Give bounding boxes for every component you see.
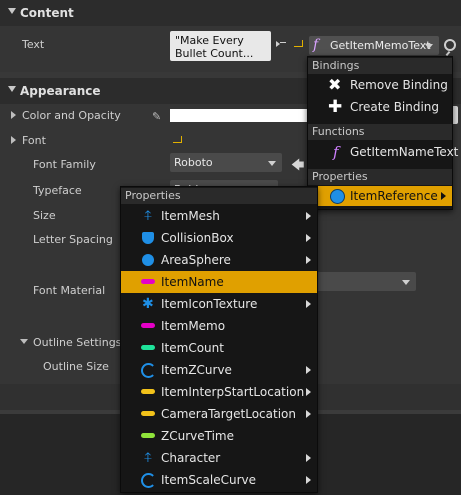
chevron-down-icon bbox=[425, 44, 433, 49]
submenu-arrow-icon bbox=[306, 234, 311, 242]
content-header-label: Content bbox=[20, 6, 74, 20]
property-item[interactable]: CollisionBox bbox=[121, 227, 317, 249]
property-item-label: ItemScaleCurve bbox=[161, 473, 257, 487]
property-item-label: ItemCount bbox=[161, 341, 224, 355]
property-item[interactable]: ItemZCurve bbox=[121, 359, 317, 381]
typeface-label: Typeface bbox=[33, 184, 82, 197]
color-opacity-label: Color and Opacity bbox=[22, 109, 121, 122]
appearance-header-label: Appearance bbox=[20, 84, 101, 98]
property-item-label: ItemReference bbox=[350, 189, 438, 203]
property-item-label: ZCurveTime bbox=[161, 429, 234, 443]
plus-icon: ✚ bbox=[328, 97, 343, 117]
chevron-down-icon bbox=[268, 161, 276, 166]
submenu-arrow-icon bbox=[306, 300, 311, 308]
font-family-value: Roboto bbox=[174, 156, 213, 169]
function-icon: f bbox=[313, 37, 319, 53]
remove-binding-label: Remove Binding bbox=[350, 78, 448, 92]
property-item[interactable]: ⍏ Character bbox=[121, 447, 317, 469]
close-icon: ✖ bbox=[328, 75, 342, 94]
property-item-label: ItemIconTexture bbox=[161, 297, 258, 311]
property-item[interactable]: ZCurveTime bbox=[121, 425, 317, 447]
remove-binding-item[interactable]: ✖ Remove Binding bbox=[308, 74, 452, 96]
binding-menu: Bindings ✖ Remove Binding ✚ Create Bindi… bbox=[307, 56, 458, 210]
size-label: Size bbox=[33, 209, 56, 222]
property-item[interactable]: ItemScaleCurve bbox=[121, 469, 317, 491]
function-item-label: GetItemNameText bbox=[350, 145, 459, 159]
submenu-arrow-icon bbox=[306, 366, 311, 374]
function-icon: f bbox=[333, 143, 339, 161]
font-family-label: Font Family bbox=[33, 158, 96, 171]
property-item-label: CollisionBox bbox=[161, 231, 234, 245]
reset-to-default-icon[interactable] bbox=[294, 40, 303, 47]
create-binding-label: Create Binding bbox=[350, 100, 440, 114]
property-item[interactable]: ItemName bbox=[121, 271, 317, 293]
font-material-label: Font Material bbox=[33, 284, 106, 297]
property-item[interactable]: ItemMemo bbox=[121, 315, 317, 337]
collapse-arrow-icon bbox=[8, 8, 16, 14]
properties-submenu-header: Properties bbox=[121, 188, 317, 204]
properties-header: Properties bbox=[308, 169, 452, 185]
submenu-arrow-icon bbox=[441, 192, 446, 200]
content-section-header[interactable]: Content bbox=[0, 0, 461, 26]
reset-to-default-icon[interactable] bbox=[173, 136, 182, 143]
submenu-arrow-icon bbox=[306, 256, 311, 264]
font-family-combo[interactable]: Roboto bbox=[170, 153, 282, 172]
property-item-label: ItemMesh bbox=[161, 209, 220, 223]
submenu-arrow-icon bbox=[306, 454, 311, 462]
property-item[interactable]: AreaSphere bbox=[121, 249, 317, 271]
collapse-arrow-icon bbox=[8, 86, 16, 92]
property-item-label: CameraTargetLocation bbox=[161, 407, 296, 421]
expand-text-icon[interactable] bbox=[280, 42, 286, 43]
property-item-label: ItemMemo bbox=[161, 319, 226, 333]
binding-combo-label: GetItemMemoText bbox=[330, 39, 431, 52]
property-item-label: Character bbox=[161, 451, 221, 465]
chevron-down-icon bbox=[402, 280, 410, 285]
functions-header: Functions bbox=[308, 124, 452, 140]
font-label: Font bbox=[22, 134, 46, 147]
bindings-header: Bindings bbox=[308, 58, 452, 74]
expand-arrow-icon bbox=[276, 41, 280, 47]
letter-spacing-label: Letter Spacing bbox=[33, 233, 113, 246]
outline-settings-label: Outline Settings bbox=[33, 336, 122, 349]
outline-size-label: Outline Size bbox=[43, 360, 109, 373]
property-item-label: AreaSphere bbox=[161, 253, 231, 267]
text-label: Text bbox=[22, 38, 45, 51]
color-swatch[interactable] bbox=[170, 109, 308, 122]
collapse-arrow-icon[interactable] bbox=[20, 339, 28, 344]
expand-arrow-icon[interactable] bbox=[11, 111, 16, 119]
property-submenu: Properties ⍏ ItemMesh CollisionBox AreaSphe… bbox=[120, 186, 318, 493]
property-item-label: ItemName bbox=[161, 275, 224, 289]
function-item[interactable]: f GetItemNameText bbox=[308, 141, 458, 163]
submenu-arrow-icon bbox=[306, 410, 311, 418]
text-value-field[interactable]: "Make Every Bullet Count... bbox=[170, 31, 271, 61]
property-item[interactable]: ItemInterpStartLocation bbox=[121, 381, 317, 403]
property-item[interactable]: ✱ ItemIconTexture bbox=[121, 293, 317, 315]
expand-arrow-icon[interactable] bbox=[11, 136, 16, 144]
search-icon[interactable] bbox=[444, 39, 456, 51]
property-item[interactable]: ItemCount bbox=[121, 337, 317, 359]
property-item[interactable]: ⍏ ItemMesh bbox=[121, 205, 317, 227]
property-item-label: ItemZCurve bbox=[161, 363, 232, 377]
create-binding-item[interactable]: ✚ Create Binding bbox=[308, 96, 452, 118]
property-item-label: ItemInterpStartLocation bbox=[161, 385, 305, 399]
use-selected-arrow-icon[interactable]: 🡄 bbox=[291, 156, 304, 178]
submenu-arrow-icon bbox=[306, 476, 311, 484]
binding-combo[interactable]: f GetItemMemoText bbox=[309, 36, 439, 55]
submenu-arrow-icon bbox=[306, 212, 311, 220]
eyedropper-icon[interactable]: ✎ bbox=[152, 110, 161, 123]
property-item-reference[interactable]: ItemReference bbox=[308, 186, 452, 206]
submenu-arrow-icon bbox=[306, 388, 311, 396]
property-item[interactable]: CameraTargetLocation bbox=[121, 403, 317, 425]
object-reference-icon bbox=[330, 189, 345, 204]
